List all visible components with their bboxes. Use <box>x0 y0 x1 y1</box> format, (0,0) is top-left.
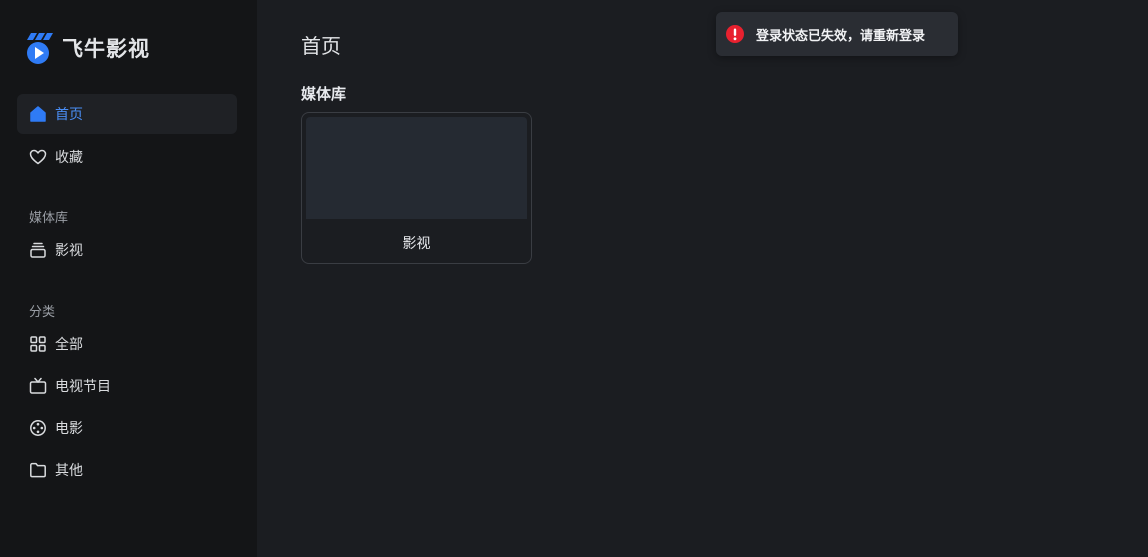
section-title-media-library: 媒体库 <box>29 211 69 226</box>
session-expired-toast: 登录状态已失效，请重新登录 <box>716 12 958 56</box>
brand-logo[interactable]: 飞牛影视 <box>25 31 150 65</box>
heart-icon <box>29 148 47 166</box>
page-title: 首页 <box>301 34 341 58</box>
sidebar-item-movies[interactable]: 电影 <box>17 408 237 448</box>
grid-icon <box>29 335 47 353</box>
sidebar-item-library-video[interactable]: 影视 <box>17 230 237 270</box>
sidebar-item-label: 电视节目 <box>55 379 111 395</box>
error-icon <box>726 25 744 43</box>
film-reel-icon <box>29 419 47 437</box>
library-card-video[interactable]: 影视 <box>301 112 532 264</box>
tv-icon <box>29 377 47 395</box>
main-content: 首页 媒体库 影视 <box>257 0 1148 557</box>
sidebar-item-favorites[interactable]: 收藏 <box>17 137 237 177</box>
sidebar-item-home[interactable]: 首页 <box>17 94 237 134</box>
stack-icon <box>29 241 47 259</box>
brand-name: 飞牛影视 <box>62 37 150 61</box>
sidebar-item-label: 电影 <box>55 421 83 437</box>
home-icon <box>29 105 47 123</box>
section-title-categories: 分类 <box>29 305 56 320</box>
library-card-thumbnail <box>306 117 527 219</box>
fnos-video-logo-icon <box>27 33 53 64</box>
toast-message: 登录状态已失效，请重新登录 <box>756 28 926 44</box>
app-window: 飞牛影视 首页 收藏 媒体库 影视 分类 全部 电视节目 电影 其他 首页 媒体… <box>0 0 1148 557</box>
sidebar-item-others[interactable]: 其他 <box>17 450 237 490</box>
sidebar-item-label: 首页 <box>55 107 83 123</box>
sidebar-item-label: 全部 <box>55 337 83 353</box>
sidebar-item-label: 影视 <box>55 243 83 259</box>
sidebar-item-label: 收藏 <box>55 150 83 166</box>
sidebar: 飞牛影视 首页 收藏 媒体库 影视 分类 全部 电视节目 电影 其他 <box>0 0 257 557</box>
sidebar-item-label: 其他 <box>55 463 83 479</box>
sidebar-item-tv-shows[interactable]: 电视节目 <box>17 366 237 406</box>
library-card-label: 影视 <box>402 236 431 252</box>
folder-icon <box>29 461 47 479</box>
library-section-heading: 媒体库 <box>301 85 347 103</box>
sidebar-item-all[interactable]: 全部 <box>17 324 237 364</box>
